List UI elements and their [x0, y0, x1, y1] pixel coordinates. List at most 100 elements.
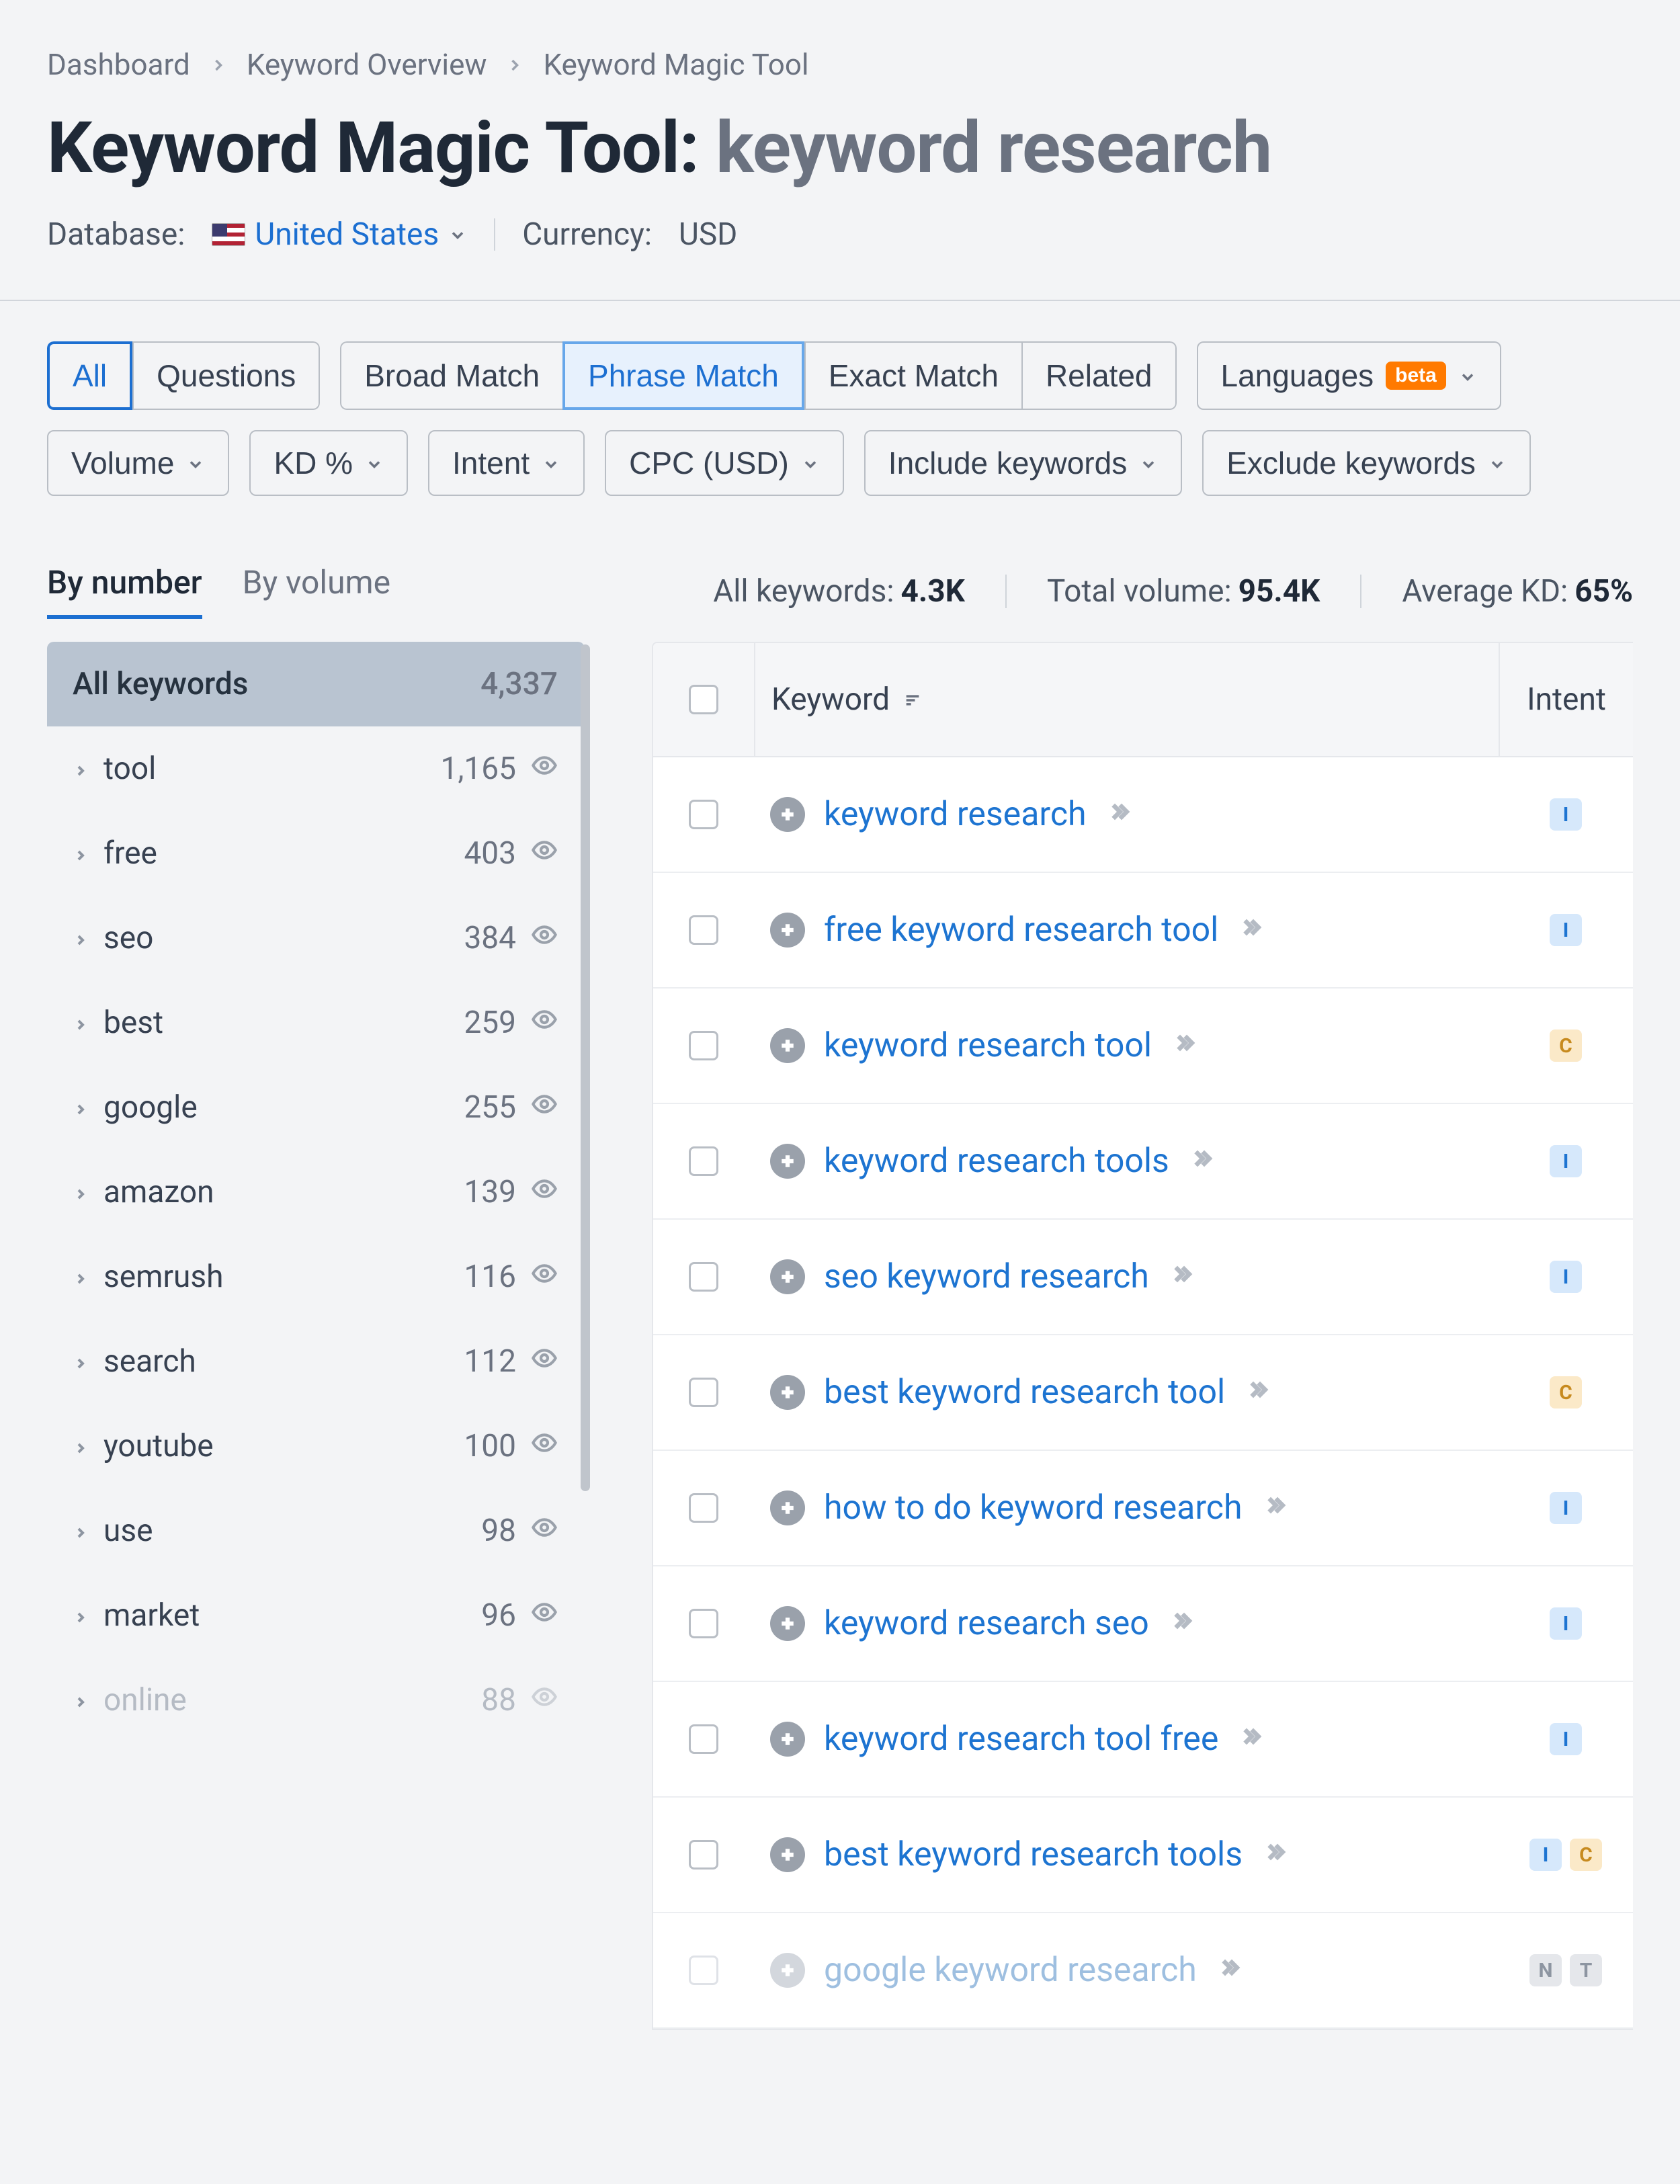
add-icon[interactable] — [770, 913, 805, 948]
keyword-link[interactable]: how to do keyword research — [824, 1488, 1243, 1527]
intent-badge: I — [1529, 1839, 1562, 1871]
sidebar-item-count: 255 — [435, 1089, 516, 1126]
breadcrumb-item[interactable]: Keyword Magic Tool — [543, 47, 808, 82]
sidebar-item[interactable]: search112 — [47, 1319, 585, 1404]
keyword-link[interactable]: keyword research tools — [824, 1142, 1169, 1181]
keyword-link[interactable]: keyword research tool — [824, 1026, 1152, 1065]
eye-icon[interactable] — [531, 1343, 558, 1380]
tab-related[interactable]: Related — [1021, 341, 1177, 410]
add-icon[interactable] — [770, 1837, 805, 1872]
add-icon[interactable] — [770, 1490, 805, 1525]
keyword-link[interactable]: google keyword research — [824, 1951, 1197, 1990]
tab-by-volume[interactable]: By volume — [243, 563, 390, 619]
filter-intent[interactable]: Intent — [428, 430, 585, 496]
add-icon[interactable] — [770, 1722, 805, 1757]
keyword-link[interactable]: best keyword research tool — [824, 1373, 1225, 1412]
filter-cpc[interactable]: CPC (USD) — [605, 430, 844, 496]
double-chevron-right-icon[interactable] — [1244, 1376, 1271, 1409]
double-chevron-right-icon[interactable] — [1261, 1492, 1288, 1525]
add-icon[interactable] — [770, 1028, 805, 1063]
tab-questions[interactable]: Questions — [132, 341, 320, 410]
keyword-link[interactable]: keyword research tool free — [824, 1720, 1218, 1759]
sidebar-item[interactable]: amazon139 — [47, 1150, 585, 1234]
filter-label: Intent — [452, 445, 530, 481]
intent-badge: I — [1550, 1607, 1582, 1640]
eye-icon[interactable] — [531, 1428, 558, 1464]
languages-dropdown[interactable]: Languages beta — [1197, 341, 1501, 410]
eye-icon[interactable] — [531, 835, 558, 872]
eye-icon[interactable] — [531, 920, 558, 956]
tab-phrase-match[interactable]: Phrase Match — [562, 341, 804, 410]
double-chevron-right-icon[interactable] — [1237, 1723, 1264, 1756]
double-chevron-right-icon[interactable] — [1237, 914, 1264, 947]
keyword-link[interactable]: best keyword research tools — [824, 1835, 1243, 1874]
row-checkbox[interactable] — [689, 1840, 718, 1870]
double-chevron-right-icon[interactable] — [1261, 1839, 1288, 1872]
eye-icon[interactable] — [531, 751, 558, 787]
sidebar-item[interactable]: semrush116 — [47, 1234, 585, 1319]
keyword-link[interactable]: free keyword research tool — [824, 911, 1218, 950]
row-checkbox[interactable] — [689, 1262, 718, 1292]
row-checkbox[interactable] — [689, 1378, 718, 1407]
keyword-link[interactable]: keyword research seo — [824, 1604, 1149, 1643]
double-chevron-right-icon[interactable] — [1168, 1261, 1195, 1294]
keyword-link[interactable]: keyword research — [824, 795, 1087, 834]
row-checkbox[interactable] — [689, 1493, 718, 1523]
sidebar-item[interactable]: online88 — [47, 1658, 585, 1742]
row-checkbox[interactable] — [689, 1956, 718, 1985]
intent-cell: I — [1499, 1261, 1633, 1293]
add-icon[interactable] — [770, 797, 805, 832]
double-chevron-right-icon[interactable] — [1171, 1030, 1198, 1062]
filter-volume[interactable]: Volume — [47, 430, 229, 496]
filter-kd[interactable]: KD % — [249, 430, 408, 496]
add-icon[interactable] — [770, 1144, 805, 1179]
column-header-intent[interactable]: Intent — [1499, 643, 1633, 756]
database-selector[interactable]: United States — [212, 216, 467, 253]
double-chevron-right-icon[interactable] — [1188, 1145, 1215, 1178]
add-icon[interactable] — [770, 1606, 805, 1641]
sidebar-item[interactable]: tool1,165 — [47, 726, 585, 811]
row-checkbox[interactable] — [689, 1609, 718, 1638]
add-icon[interactable] — [770, 1259, 805, 1294]
tab-all[interactable]: All — [47, 341, 132, 410]
sidebar-item[interactable]: youtube100 — [47, 1404, 585, 1488]
tab-broad-match[interactable]: Broad Match — [340, 341, 562, 410]
scrollbar[interactable] — [581, 644, 590, 1491]
column-header-keyword[interactable]: Keyword — [754, 643, 1499, 756]
sidebar-item-all-keywords[interactable]: All keywords 4,337 — [47, 642, 585, 726]
sidebar-item[interactable]: market96 — [47, 1573, 585, 1658]
eye-icon[interactable] — [531, 1089, 558, 1126]
double-chevron-right-icon[interactable] — [1216, 1954, 1243, 1987]
eye-icon[interactable] — [531, 1174, 558, 1210]
eye-icon[interactable] — [531, 1259, 558, 1295]
sidebar-item[interactable]: use98 — [47, 1488, 585, 1573]
double-chevron-right-icon[interactable] — [1105, 798, 1132, 831]
row-checkbox[interactable] — [689, 1031, 718, 1060]
chevron-right-icon — [505, 47, 524, 82]
sidebar-item[interactable]: free403 — [47, 811, 585, 896]
breadcrumb-item[interactable]: Keyword Overview — [247, 47, 487, 82]
eye-icon[interactable] — [531, 1513, 558, 1549]
tab-exact-match[interactable]: Exact Match — [804, 341, 1021, 410]
row-checkbox[interactable] — [689, 915, 718, 945]
add-icon[interactable] — [770, 1953, 805, 1988]
sidebar-item[interactable]: seo384 — [47, 896, 585, 980]
double-chevron-right-icon[interactable] — [1168, 1607, 1195, 1640]
add-icon[interactable] — [770, 1375, 805, 1410]
breadcrumb-item[interactable]: Dashboard — [47, 47, 190, 82]
eye-icon[interactable] — [531, 1597, 558, 1634]
filter-exclude-keywords[interactable]: Exclude keywords — [1202, 430, 1531, 496]
eye-icon[interactable] — [531, 1682, 558, 1718]
row-checkbox[interactable] — [689, 1724, 718, 1754]
sidebar-item[interactable]: google255 — [47, 1065, 585, 1150]
row-checkbox[interactable] — [689, 800, 718, 829]
tab-by-number[interactable]: By number — [47, 563, 202, 619]
filter-include-keywords[interactable]: Include keywords — [864, 430, 1182, 496]
row-checkbox[interactable] — [689, 1146, 718, 1176]
divider — [0, 300, 1680, 301]
select-all-checkbox[interactable] — [689, 685, 718, 714]
database-value: United States — [255, 216, 439, 253]
sidebar-item[interactable]: best259 — [47, 980, 585, 1065]
eye-icon[interactable] — [531, 1005, 558, 1041]
keyword-link[interactable]: seo keyword research — [824, 1257, 1149, 1296]
